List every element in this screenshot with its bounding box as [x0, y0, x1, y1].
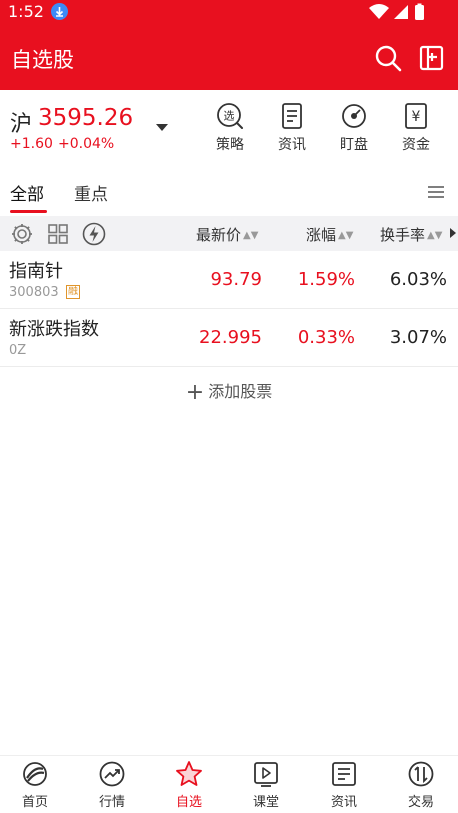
watch-icon: [342, 104, 366, 128]
stock-price: 93.79: [210, 269, 262, 290]
classroom-icon: [254, 762, 278, 787]
trade-icon: [408, 761, 434, 787]
scroll-right-icon[interactable]: [450, 228, 456, 238]
strategy-icon: 选: [217, 103, 243, 129]
sort-icon: ▲▼: [427, 230, 443, 241]
index-change-pct: +0.04%: [58, 136, 115, 152]
download-icon: [51, 3, 68, 20]
grid-view-icon[interactable]: [46, 222, 70, 246]
column-header: 最新价 ▲▼ 涨幅 ▲▼ 换手率 ▲▼: [0, 216, 458, 251]
tool-news[interactable]: 资讯: [268, 102, 316, 158]
stock-name: 指南针: [9, 261, 63, 282]
tool-label: 盯盘: [340, 137, 368, 153]
add-stock-label: 添加股票: [208, 382, 273, 401]
news-icon: [332, 762, 356, 786]
index-dropdown-caret-icon[interactable]: [156, 124, 168, 131]
active-tab-indicator: [10, 210, 47, 213]
settings-icon[interactable]: [10, 222, 34, 246]
switch-icon[interactable]: [418, 44, 446, 72]
svg-text:选: 选: [224, 110, 235, 123]
news-icon: [282, 103, 302, 129]
tool-label: 资金: [402, 137, 430, 153]
page-title: 自选股: [11, 48, 74, 72]
system-status-icons: [369, 3, 424, 20]
index-quote-panel: 沪 3595.26 +1.60 +0.04% 选 策略 资讯 盯盘 ¥ 资金: [0, 90, 458, 170]
watchlist-tabs: 全部 重点: [0, 170, 458, 216]
bottom-nav: 首页 行情 自选 课堂 资讯 交易: [0, 755, 458, 813]
stock-change-pct: 0.33%: [297, 327, 355, 348]
menu-icon[interactable]: [428, 185, 444, 199]
app-bar: 自选股: [0, 24, 458, 90]
tool-watch[interactable]: 盯盘: [330, 102, 378, 158]
stock-change-pct: 1.59%: [297, 269, 355, 290]
stock-turnover: 3.07%: [389, 327, 447, 348]
market-icon: [99, 761, 125, 787]
star-icon: [176, 761, 202, 786]
status-time: 1:52: [8, 2, 44, 21]
stock-code: 300803: [9, 285, 59, 300]
stock-price: 22.995: [199, 327, 262, 348]
margin-tag: 融: [66, 285, 80, 299]
search-icon[interactable]: [374, 44, 402, 72]
plus-icon: +: [185, 380, 205, 405]
col-latest-price[interactable]: 最新价 ▲▼: [196, 224, 258, 245]
stock-code: 0Z: [9, 343, 27, 358]
stock-turnover: 6.03%: [389, 269, 447, 290]
col-turnover[interactable]: 换手率 ▲▼: [380, 224, 442, 245]
tool-fund[interactable]: ¥ 资金: [392, 102, 440, 158]
index-change: +1.60: [10, 136, 53, 152]
sort-icon: ▲▼: [338, 230, 354, 241]
table-row[interactable]: 指南针 300803 融 93.79 1.59% 6.03%: [0, 251, 458, 309]
col-change-pct[interactable]: 涨幅 ▲▼: [306, 224, 353, 245]
tool-label: 资讯: [278, 137, 306, 153]
tool-label: 策略: [216, 137, 244, 153]
nav-market[interactable]: 行情: [80, 760, 144, 813]
home-icon: [23, 762, 47, 786]
table-row[interactable]: 新涨跌指数 0Z 22.995 0.33% 3.07%: [0, 309, 458, 367]
fund-icon: ¥: [405, 103, 427, 129]
nav-home[interactable]: 首页: [3, 760, 67, 813]
nav-classroom[interactable]: 课堂: [234, 760, 298, 813]
nav-news[interactable]: 资讯: [312, 760, 376, 813]
add-stock-button[interactable]: + 添加股票: [0, 378, 458, 408]
index-name[interactable]: 沪: [10, 106, 32, 138]
tool-strategy[interactable]: 选 策略: [206, 102, 254, 158]
tab-key[interactable]: 重点: [74, 180, 108, 205]
nav-watchlist[interactable]: 自选: [157, 760, 221, 813]
nav-trade[interactable]: 交易: [389, 760, 453, 813]
tab-all[interactable]: 全部: [10, 180, 44, 205]
stock-name: 新涨跌指数: [9, 319, 99, 340]
svg-text:¥: ¥: [412, 109, 421, 125]
lightning-icon[interactable]: [82, 222, 106, 246]
status-bar: 1:52: [0, 0, 458, 24]
index-value[interactable]: 3595.26: [38, 105, 133, 131]
sort-icon: ▲▼: [243, 230, 259, 241]
